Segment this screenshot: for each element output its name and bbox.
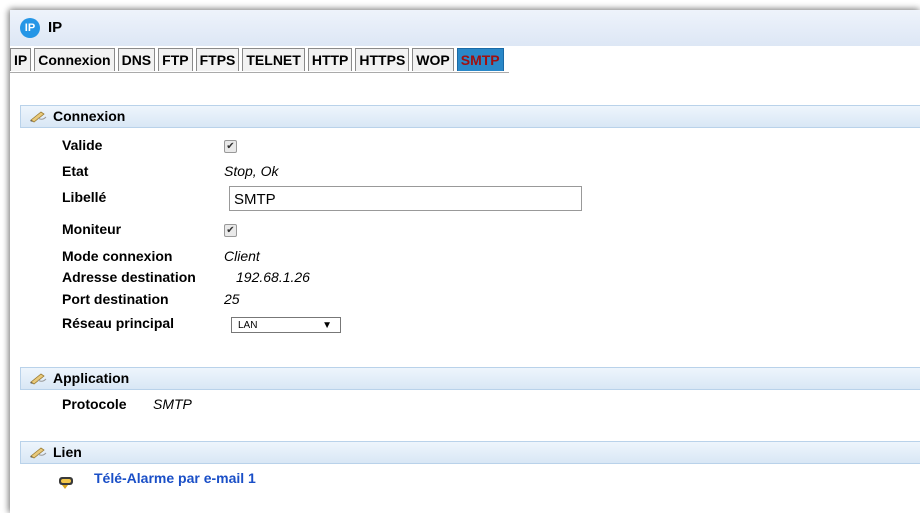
valide-checkbox[interactable]: ✔	[224, 140, 237, 153]
tele-alarme-link[interactable]: Télé-Alarme par e-mail 1	[94, 470, 256, 486]
application-section-header[interactable]: Application	[20, 367, 920, 390]
reseau-principal-label: Réseau principal	[62, 315, 175, 331]
title-bar: IP IP	[10, 10, 920, 46]
reseau-principal-value: LAN	[238, 320, 258, 331]
application-section-title: Application	[53, 370, 130, 386]
tab-ip[interactable]: IP	[10, 48, 32, 71]
section-pen-icon	[30, 111, 47, 123]
protocole-value: SMTP	[153, 396, 192, 412]
connexion-section-header[interactable]: Connexion	[20, 105, 920, 128]
section-pen-icon	[30, 373, 47, 385]
protocole-label: Protocole	[62, 396, 127, 412]
adresse-destination-value: 192.68.1.26	[236, 269, 310, 285]
reseau-principal-select[interactable]: LAN ▼	[231, 317, 341, 333]
email-alarm-icon	[59, 477, 73, 489]
mode-connexion-value: Client	[224, 248, 260, 264]
tab-telnet[interactable]: TELNET	[242, 48, 305, 71]
tab-dns[interactable]: DNS	[117, 48, 156, 71]
libelle-label: Libellé	[62, 189, 107, 205]
valide-label: Valide	[62, 137, 103, 153]
tab-bar: IP Connexion DNS FTP FTPS TELNET HTTP HT…	[10, 48, 509, 73]
libelle-input[interactable]: SMTP	[229, 186, 582, 211]
ip-window: IP IP IP Connexion DNS FTP FTPS TELNET H…	[10, 10, 920, 513]
mode-connexion-label: Mode connexion	[62, 248, 173, 264]
etat-label: Etat	[62, 163, 89, 179]
lien-section-title: Lien	[53, 444, 82, 460]
section-pen-icon	[30, 447, 47, 459]
tab-connexion[interactable]: Connexion	[34, 48, 115, 71]
chevron-down-icon: ▼	[322, 320, 332, 331]
tab-wop[interactable]: WOP	[412, 48, 454, 71]
connexion-section-title: Connexion	[53, 108, 126, 124]
etat-value: Stop, Ok	[224, 163, 279, 179]
port-destination-label: Port destination	[62, 291, 169, 307]
tab-ftps[interactable]: FTPS	[195, 48, 240, 71]
tab-smtp[interactable]: SMTP	[456, 48, 504, 71]
tab-https[interactable]: HTTPS	[355, 48, 410, 71]
adresse-destination-label: Adresse destination	[62, 269, 196, 285]
tab-ftp[interactable]: FTP	[158, 48, 193, 71]
ip-icon: IP	[20, 18, 40, 38]
moniteur-checkbox[interactable]: ✔	[224, 224, 237, 237]
tab-http[interactable]: HTTP	[307, 48, 353, 71]
moniteur-label: Moniteur	[62, 221, 122, 237]
lien-section-header[interactable]: Lien	[20, 441, 920, 464]
window-title: IP	[48, 19, 63, 36]
port-destination-value: 25	[224, 291, 240, 307]
